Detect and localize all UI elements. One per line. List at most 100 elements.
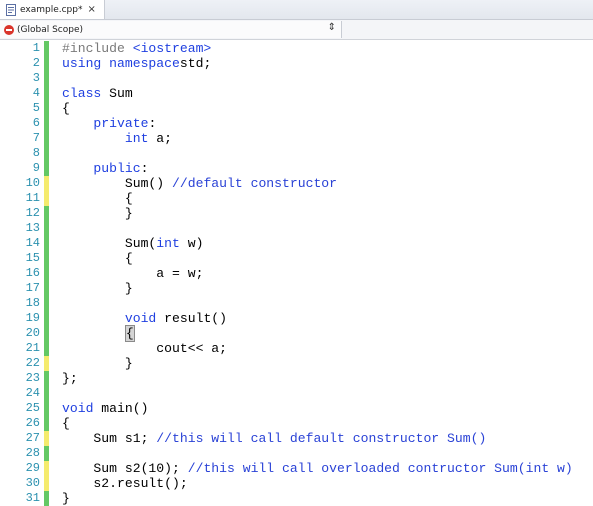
code-line[interactable]: 26 { xyxy=(0,416,593,431)
code-line[interactable]: 3 xyxy=(0,71,593,86)
line-number: 27 xyxy=(25,431,40,445)
change-tracking-marker xyxy=(44,146,49,161)
change-tracking-marker xyxy=(44,446,49,461)
change-tracking-marker xyxy=(44,341,49,356)
code-line[interactable]: 21 cout<< a; xyxy=(0,341,593,356)
line-number: 2 xyxy=(32,56,40,70)
change-tracking-marker xyxy=(44,86,49,101)
line-number: 23 xyxy=(25,371,40,385)
change-tracking-marker xyxy=(44,221,49,236)
code-line[interactable]: 16 a = w; xyxy=(0,266,593,281)
code-text: { xyxy=(62,191,133,206)
change-tracking-marker xyxy=(44,326,49,341)
code-line[interactable]: 17 } xyxy=(0,281,593,296)
scope-label: (Global Scope) xyxy=(17,24,84,35)
code-line[interactable]: 19 void result() xyxy=(0,311,593,326)
line-number: 4 xyxy=(32,86,40,100)
dropdown-arrow-icon[interactable]: ⇕ xyxy=(328,22,336,33)
code-line[interactable]: 24 xyxy=(0,386,593,401)
line-number: 9 xyxy=(32,161,40,175)
code-line[interactable]: 2 using namespacestd; xyxy=(0,56,593,71)
change-tracking-marker xyxy=(44,116,49,131)
code-text: s2.result(); xyxy=(62,476,188,491)
code-text: class Sum xyxy=(62,86,133,101)
code-line[interactable]: 13 xyxy=(0,221,593,236)
change-tracking-marker xyxy=(44,476,49,491)
code-line[interactable]: 10 Sum() //default constructor xyxy=(0,176,593,191)
code-line[interactable]: 28 xyxy=(0,446,593,461)
code-text: } xyxy=(62,281,133,296)
code-line[interactable]: 25 void main() xyxy=(0,401,593,416)
code-text: cout<< a; xyxy=(62,341,228,356)
change-tracking-marker xyxy=(44,56,49,71)
code-text: void result() xyxy=(62,311,228,326)
code-editor[interactable]: 1 #include <iostream> 2 using namespacestd;… xyxy=(0,40,593,506)
code-line[interactable]: 15 { xyxy=(0,251,593,266)
change-tracking-marker xyxy=(44,431,49,446)
scope-dropdown[interactable]: (Global Scope) ⇕ xyxy=(0,21,342,38)
code-line[interactable]: 5{ xyxy=(0,101,593,116)
line-number: 21 xyxy=(25,341,40,355)
code-text: }; xyxy=(62,371,78,386)
change-tracking-marker xyxy=(44,41,49,56)
line-number: 19 xyxy=(25,311,40,325)
code-text: Sum s1; //this will call default constru… xyxy=(62,431,487,446)
code-line[interactable]: 20 { xyxy=(0,325,593,342)
code-line[interactable]: 29 Sum s2(10); //this will call overload… xyxy=(0,461,593,476)
change-tracking-marker xyxy=(44,356,49,371)
code-line[interactable]: 8 xyxy=(0,146,593,161)
line-number: 18 xyxy=(25,296,40,310)
code-line[interactable]: 7 int a; xyxy=(0,131,593,146)
change-tracking-marker xyxy=(44,251,49,266)
line-number: 20 xyxy=(25,326,40,340)
change-tracking-marker xyxy=(44,71,49,86)
brace-match-highlight: { xyxy=(124,325,135,342)
change-tracking-marker xyxy=(44,176,49,191)
code-line[interactable]: 30 s2.result(); xyxy=(0,476,593,491)
code-line[interactable]: 11 { xyxy=(0,191,593,206)
code-text: { xyxy=(62,101,70,116)
code-text: { xyxy=(62,325,135,342)
code-text: } xyxy=(62,491,70,506)
change-tracking-marker xyxy=(44,491,49,506)
change-tracking-marker xyxy=(44,101,49,116)
code-line[interactable]: 22 } xyxy=(0,356,593,371)
change-tracking-marker xyxy=(44,131,49,146)
line-number: 15 xyxy=(25,251,40,265)
tab-example-cpp[interactable]: example.cpp* × xyxy=(0,0,105,19)
line-number: 22 xyxy=(25,356,40,370)
code-line[interactable]: 23}; xyxy=(0,371,593,386)
code-line[interactable]: 9 public: xyxy=(0,161,593,176)
line-number: 10 xyxy=(25,176,40,190)
code-line[interactable]: 12 } xyxy=(0,206,593,221)
change-tracking-marker xyxy=(44,191,49,206)
line-number: 25 xyxy=(25,401,40,415)
change-tracking-marker xyxy=(44,416,49,431)
line-number: 7 xyxy=(32,131,40,145)
code-line[interactable]: 18 xyxy=(0,296,593,311)
code-text: Sum() //default constructor xyxy=(62,176,338,191)
change-tracking-marker xyxy=(44,296,49,311)
code-line[interactable]: 4 class Sum xyxy=(0,86,593,101)
line-number: 6 xyxy=(32,116,40,130)
code-text: Sum(int w) xyxy=(62,236,204,251)
change-tracking-marker xyxy=(44,461,49,476)
change-tracking-marker xyxy=(44,371,49,386)
code-line[interactable]: 27 Sum s1; //this will call default cons… xyxy=(0,431,593,446)
close-icon[interactable]: × xyxy=(87,4,95,15)
line-number: 31 xyxy=(25,491,40,505)
code-text: public: xyxy=(62,161,149,176)
code-line[interactable]: 1 #include <iostream> xyxy=(0,41,593,56)
code-text: #include <iostream> xyxy=(62,41,212,56)
line-number: 26 xyxy=(25,416,40,430)
line-number: 29 xyxy=(25,461,40,475)
line-number: 24 xyxy=(25,386,40,400)
change-tracking-marker xyxy=(44,266,49,281)
change-tracking-marker xyxy=(44,401,49,416)
line-number: 12 xyxy=(25,206,40,220)
code-line[interactable]: 6 private: xyxy=(0,116,593,131)
code-text: } xyxy=(62,356,133,371)
code-line[interactable]: 31} xyxy=(0,491,593,506)
code-line[interactable]: 14 Sum(int w) xyxy=(0,236,593,251)
line-number: 3 xyxy=(32,71,40,85)
